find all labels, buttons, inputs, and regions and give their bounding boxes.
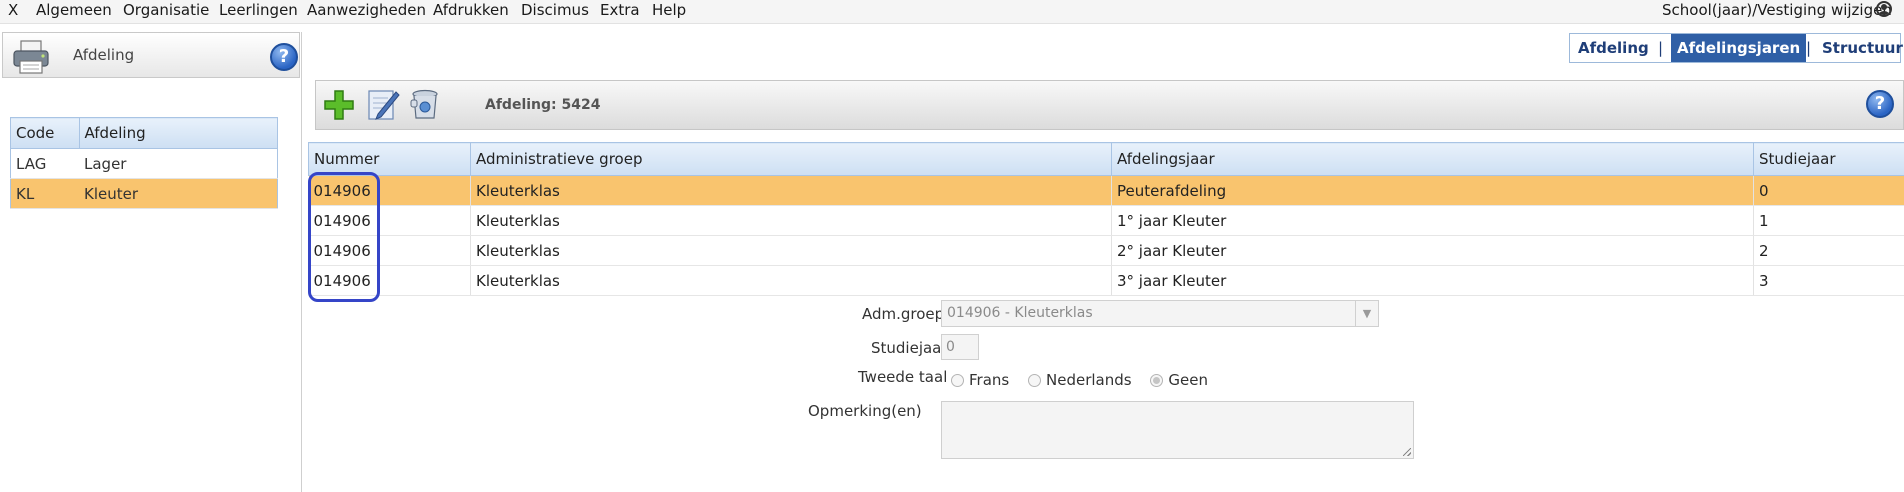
view-tabs: Afdeling | Afdelingsjaren | Structuur: [1569, 33, 1903, 63]
studiejaar-label: Studiejaar: [871, 339, 948, 357]
cell-afdeling: Kleuter: [79, 178, 278, 209]
chevron-down-icon[interactable]: ▼: [1355, 301, 1378, 326]
afdeling-table: Code Afdeling LAG Lager KL Kleuter: [10, 117, 278, 209]
radio-button[interactable]: [951, 374, 964, 387]
cell-afdelingsjaar: 1° jaar Kleuter: [1111, 205, 1754, 236]
menu-extra[interactable]: Extra: [600, 1, 640, 19]
cell-code: LAG: [10, 148, 79, 179]
column-header-administratieve-groep[interactable]: Administratieve groep: [470, 142, 1112, 176]
radio-option-nederlands[interactable]: Nederlands: [1028, 371, 1132, 389]
resize-grip-icon[interactable]: [1403, 448, 1411, 456]
table-row[interactable]: 014906 Kleuterklas 3° jaar Kleuter 3: [308, 265, 1904, 296]
user-icon[interactable]: [1876, 1, 1892, 17]
menu-leerlingen[interactable]: Leerlingen: [219, 1, 298, 19]
school-change-link[interactable]: School(jaar)/Vestiging wijzigen: [1662, 1, 1892, 19]
radio-option-frans[interactable]: Frans: [951, 371, 1009, 389]
tweede-taal-label: Tweede taal: [858, 368, 948, 386]
radio-button[interactable]: [1028, 374, 1041, 387]
cell-nummer: 014906: [308, 265, 471, 296]
cell-studiejaar: 1: [1753, 205, 1904, 236]
cell-groep: Kleuterklas: [470, 175, 1112, 206]
radio-button-checked[interactable]: [1150, 374, 1164, 387]
table-row-selected[interactable]: 014906 Kleuterklas Peuterafdeling 0: [308, 175, 1904, 206]
cell-nummer: 014906: [308, 205, 471, 236]
radio-label: Frans: [969, 371, 1010, 389]
table-row[interactable]: 014906 Kleuterklas 1° jaar Kleuter 1: [308, 205, 1904, 236]
add-icon[interactable]: [322, 88, 356, 122]
menu-algemeen[interactable]: Algemeen: [36, 1, 112, 19]
cell-studiejaar: 3: [1753, 265, 1904, 296]
cell-studiejaar: 2: [1753, 235, 1904, 266]
close-button[interactable]: X: [8, 1, 18, 19]
tab-separator: |: [1806, 39, 1812, 57]
column-header-code[interactable]: Code: [10, 117, 80, 149]
menubar: X Algemeen Organisatie Leerlingen Aanwez…: [0, 0, 1904, 24]
table-row-selected[interactable]: KL Kleuter: [10, 178, 278, 209]
printer-icon[interactable]: [11, 39, 51, 75]
opmerking-label: Opmerking(en): [808, 402, 922, 420]
cell-nummer: 014906: [308, 235, 471, 266]
radio-label: Geen: [1168, 371, 1208, 389]
left-panel-header: Afdeling ?: [2, 32, 300, 78]
tweede-taal-radio-group: Frans Nederlands Geen: [951, 371, 1222, 389]
cell-groep: Kleuterklas: [470, 235, 1112, 266]
adm-groep-value: 014906 - Kleuterklas: [947, 305, 1093, 321]
table-header-row: Code Afdeling: [10, 117, 278, 149]
table-row[interactable]: 014906 Kleuterklas 2° jaar Kleuter 2: [308, 235, 1904, 266]
help-icon[interactable]: ?: [1866, 90, 1894, 118]
menu-afdrukken[interactable]: Afdrukken: [433, 1, 509, 19]
menu-discimus[interactable]: Discimus: [521, 1, 589, 19]
cell-afdelingsjaar: Peuterafdeling: [1111, 175, 1754, 206]
cell-afdelingsjaar: 2° jaar Kleuter: [1111, 235, 1754, 266]
menu-help[interactable]: Help: [652, 1, 686, 19]
opmerking-textarea[interactable]: [941, 401, 1414, 459]
cell-groep: Kleuterklas: [470, 205, 1112, 236]
tab-afdeling[interactable]: Afdeling: [1578, 34, 1649, 62]
cell-nummer: 014906: [308, 175, 471, 206]
menu-organisatie[interactable]: Organisatie: [123, 1, 209, 19]
left-panel-title: Afdeling: [73, 46, 135, 64]
cell-code: KL: [10, 178, 79, 209]
grid-header-row: Nummer Administratieve groep Afdelingsja…: [308, 142, 1904, 176]
delete-icon[interactable]: [408, 88, 442, 122]
column-header-studiejaar[interactable]: Studiejaar: [1753, 142, 1904, 176]
toolbar-context-label: Afdeling: 5424: [485, 97, 601, 113]
column-header-afdelingsjaar[interactable]: Afdelingsjaar: [1111, 142, 1754, 176]
cell-afdeling: Lager: [79, 148, 278, 179]
adm-groep-label: Adm.groep: [862, 305, 945, 323]
tab-separator: |: [1658, 39, 1664, 57]
tab-afdelingsjaren[interactable]: Afdelingsjaren: [1671, 34, 1807, 62]
tab-structuur[interactable]: Structuur: [1822, 34, 1903, 62]
cell-studiejaar: 0: [1753, 175, 1904, 206]
help-icon[interactable]: ?: [270, 43, 298, 71]
radio-label: Nederlands: [1046, 371, 1132, 389]
radio-option-geen[interactable]: Geen: [1150, 371, 1208, 389]
menu-aanwezigheden[interactable]: Aanwezigheden: [307, 1, 426, 19]
column-header-afdeling[interactable]: Afdeling: [78, 117, 278, 149]
toolbar: Afdeling: 5424 ?: [315, 80, 1904, 130]
table-row[interactable]: LAG Lager: [10, 148, 278, 179]
cell-groep: Kleuterklas: [470, 265, 1112, 296]
afdelingsjaren-grid: Nummer Administratieve groep Afdelingsja…: [308, 142, 1904, 296]
adm-groep-select[interactable]: 014906 - Kleuterklas ▼: [941, 300, 1379, 327]
column-header-nummer[interactable]: Nummer: [308, 142, 471, 176]
cell-afdelingsjaar: 3° jaar Kleuter: [1111, 265, 1754, 296]
left-panel: Afdeling ? Code Afdeling LAG Lager KL Kl…: [0, 32, 302, 492]
studiejaar-field[interactable]: 0: [941, 334, 979, 360]
edit-icon[interactable]: [366, 88, 400, 122]
